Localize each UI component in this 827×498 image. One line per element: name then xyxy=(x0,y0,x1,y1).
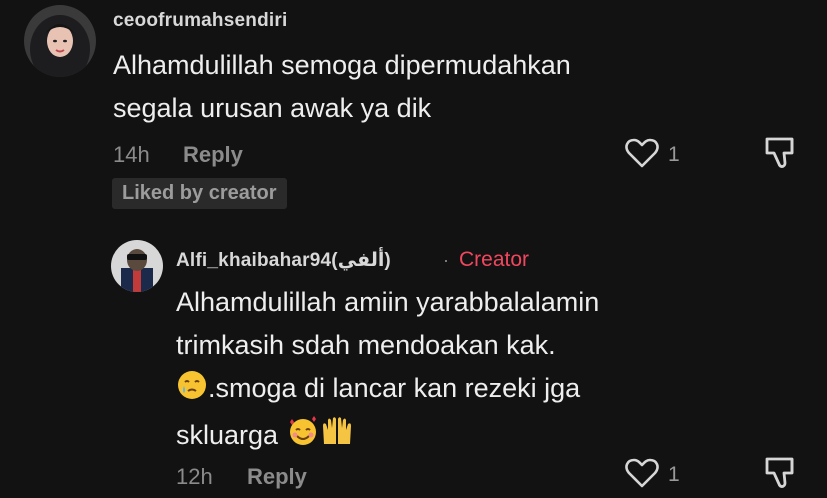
like-count: 1 xyxy=(668,463,680,486)
reply-line: skluarga xyxy=(176,414,599,461)
reply-line: Alhamdulillah amiin yarabbalalamin xyxy=(176,287,600,317)
heart-outline-icon[interactable] xyxy=(624,137,660,169)
separator-dot: · xyxy=(443,250,449,270)
reply-line-text: skluarga xyxy=(176,420,279,450)
reply-line: trimkasih sdah mendoakan kak. xyxy=(176,330,556,360)
comment-line: Alhamdulillah semoga dipermudahkan xyxy=(113,50,571,80)
comment-username[interactable]: ceoofrumahsendiri xyxy=(113,10,287,32)
reply-text: Alhamdulillah amiin yarabbalalamin trimk… xyxy=(176,281,599,461)
smiling-face-with-hearts-emoji xyxy=(286,414,320,461)
reply-timestamp: 12h xyxy=(176,464,213,489)
reply-line-text: .smoga di lancar kan rezeki jga xyxy=(208,373,581,403)
comment-text: Alhamdulillah semoga dipermudahkan segal… xyxy=(113,44,571,130)
creator-label: Creator xyxy=(459,248,530,271)
comment-line: segala urusan awak ya dik xyxy=(113,93,432,123)
avatar[interactable] xyxy=(111,240,163,292)
dislike-icon[interactable] xyxy=(762,135,800,171)
reply-button[interactable]: Reply xyxy=(247,464,307,490)
reply-username[interactable]: Alfi_khaibahar94(ألفي) xyxy=(176,249,391,272)
reply-button[interactable]: Reply xyxy=(183,142,243,168)
reply-line: .smoga di lancar kan rezeki jga xyxy=(176,367,599,414)
heart-outline-icon[interactable] xyxy=(624,457,660,489)
dislike-icon[interactable] xyxy=(762,455,800,491)
raising-hands-emoji xyxy=(320,414,354,461)
liked-by-creator-badge: Liked by creator xyxy=(112,178,287,209)
face-holding-back-tears-emoji xyxy=(176,369,208,414)
avatar[interactable] xyxy=(24,5,96,77)
comment-timestamp: 14h xyxy=(113,142,150,167)
like-count: 1 xyxy=(668,143,680,166)
